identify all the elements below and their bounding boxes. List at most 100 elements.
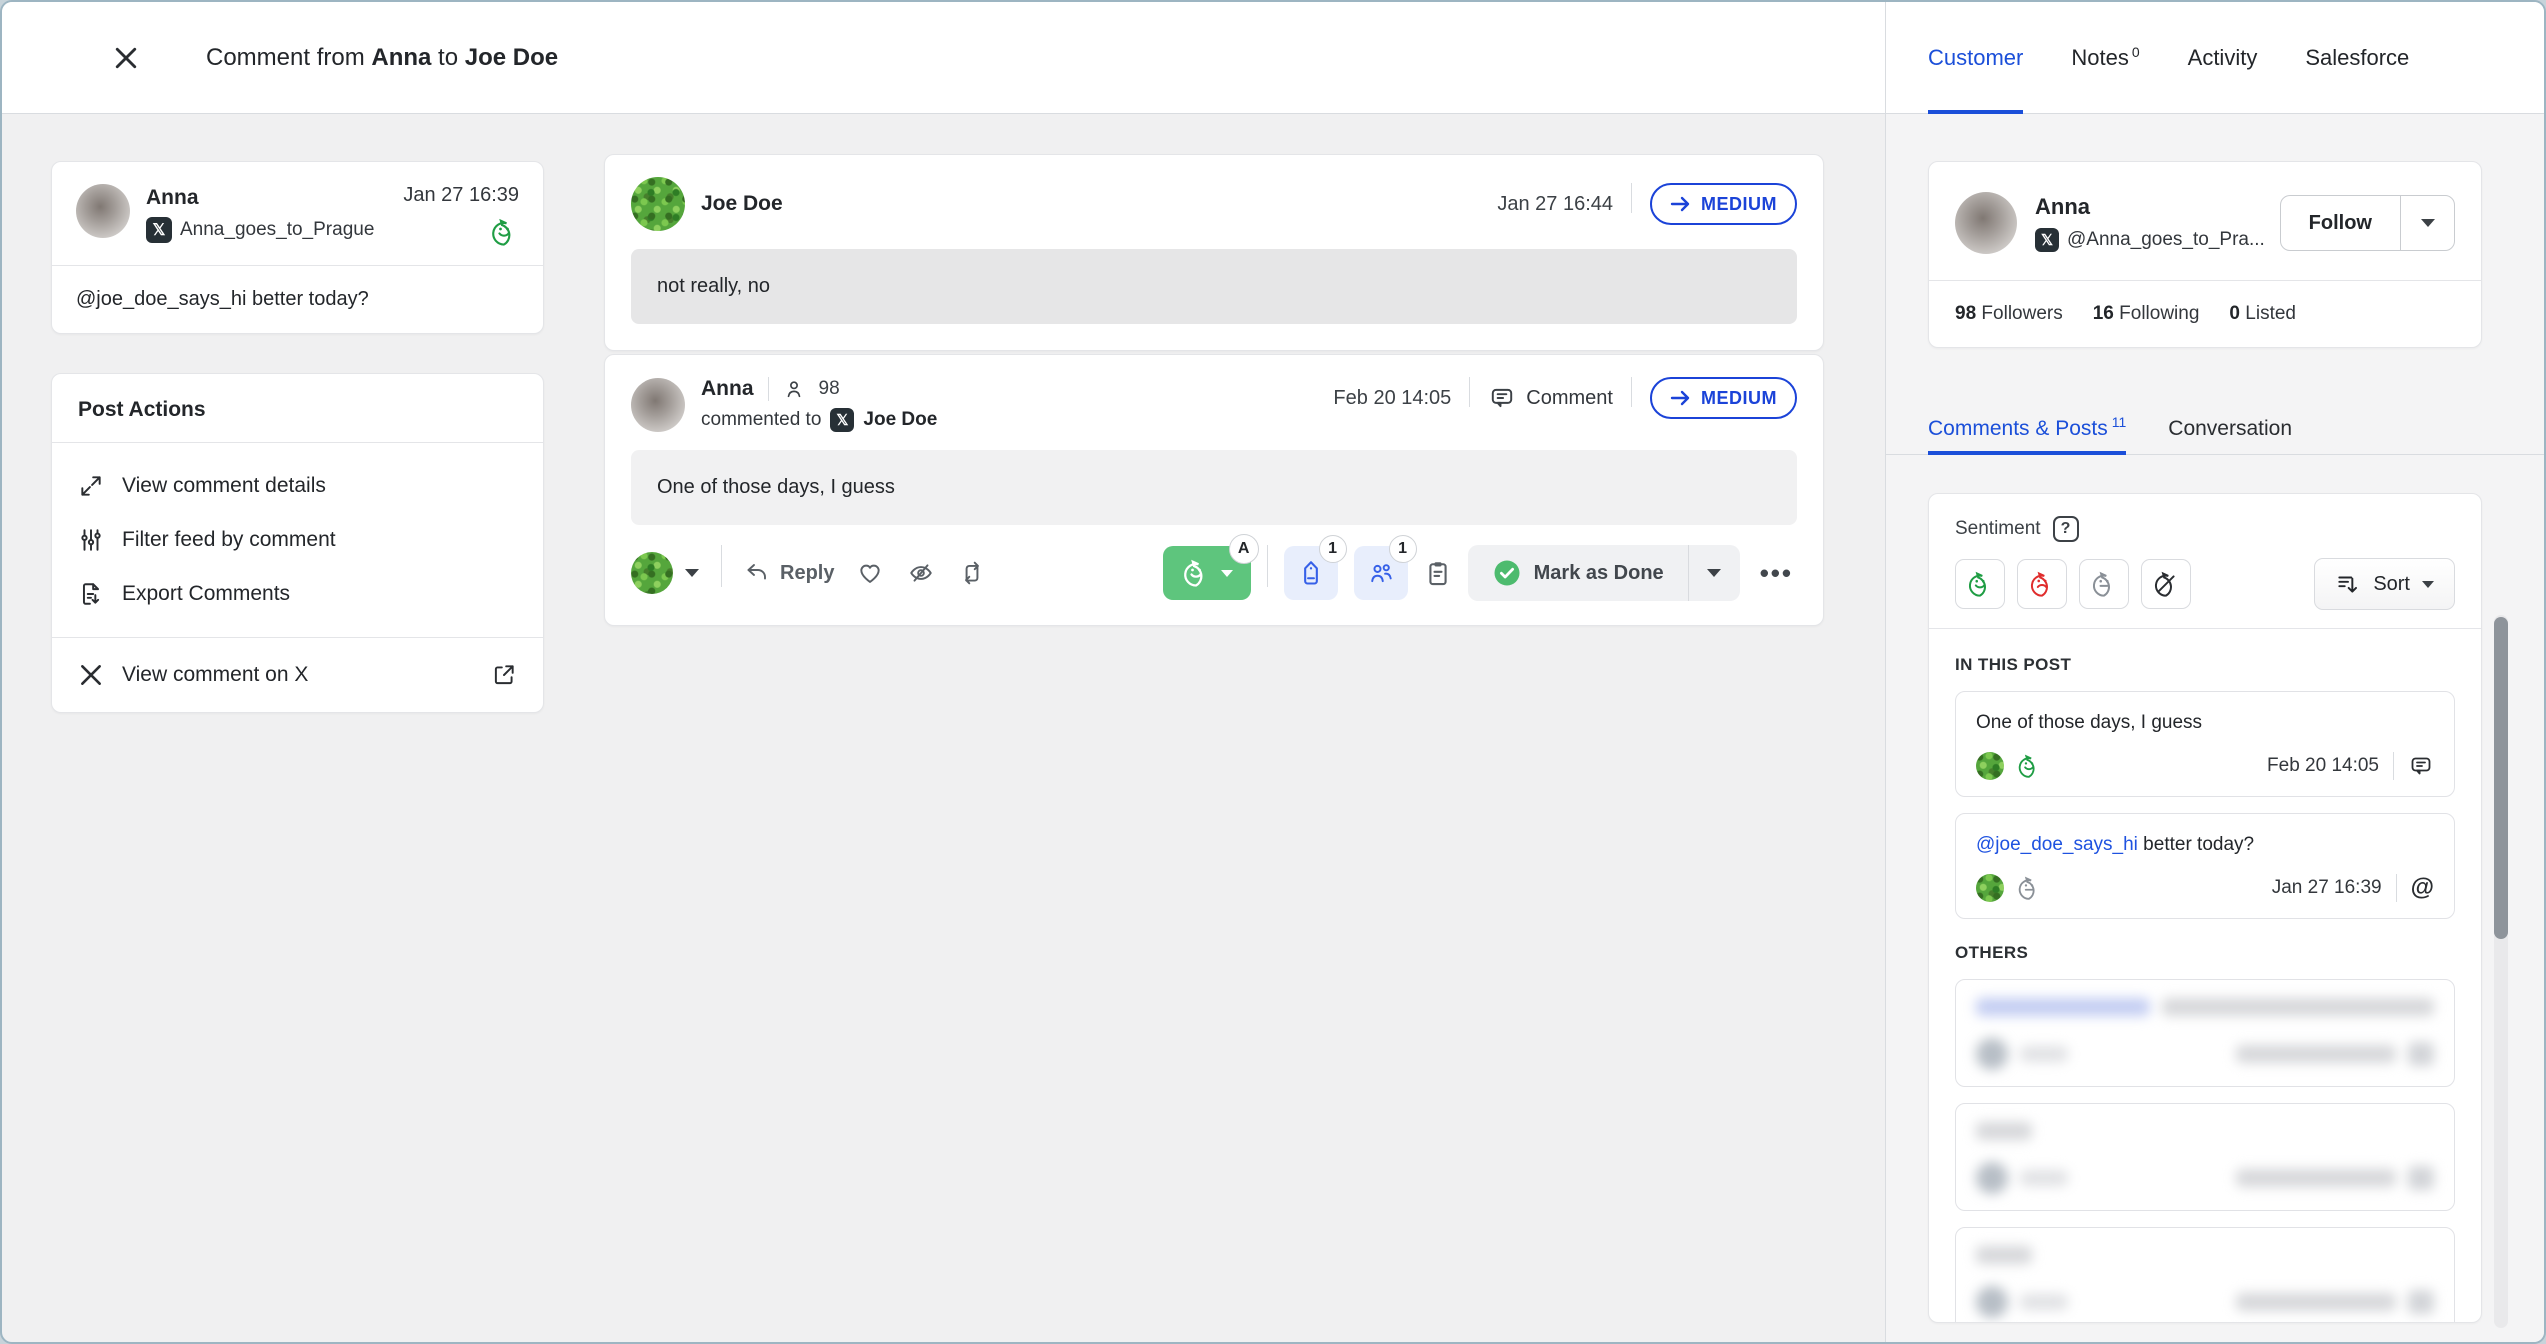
filter-feed-item[interactable]: Filter feed by comment — [52, 513, 543, 567]
divider — [1631, 183, 1632, 213]
follow-dropdown[interactable] — [2400, 196, 2454, 250]
panel-scrollbar-thumb[interactable] — [2494, 617, 2508, 939]
no-sentiment-icon — [2152, 570, 2180, 598]
profile-name: Anna — [2035, 194, 2262, 220]
reply-button[interactable]: Reply — [744, 561, 834, 585]
divider — [1469, 377, 1470, 407]
mark-as-done-button[interactable]: Mark as Done — [1468, 545, 1740, 601]
repost-button[interactable] — [958, 560, 986, 586]
message-text: One of those days, I guess — [631, 450, 1797, 525]
filter-negative-button[interactable] — [2017, 559, 2067, 609]
selected-comment-card: Anna 𝕏 Anna_goes_to_Prague Jan 27 16:39 … — [51, 161, 544, 334]
tab-comments-posts[interactable]: Comments & Posts11 — [1928, 403, 2126, 454]
author-name: Joe Doe — [701, 192, 783, 216]
x-logo-icon — [78, 662, 104, 688]
profile-card: Anna 𝕏 @Anna_goes_to_Pra... Follow 98 Fo… — [1928, 161, 2482, 348]
panel-tabs: Customer Notes0 Activity Salesforce — [1886, 2, 2544, 114]
feed-item-text: @joe_doe_says_hi better today? — [1976, 832, 2434, 858]
tab-conversation[interactable]: Conversation — [2168, 403, 2292, 454]
divider — [768, 377, 769, 401]
export-file-icon — [78, 581, 104, 607]
negative-sentiment-icon — [2028, 570, 2056, 598]
timestamp-blurred — [2236, 1169, 2396, 1187]
panel-scrollbar-track[interactable] — [2494, 615, 2508, 1328]
profile-avatar — [1955, 192, 2017, 254]
filter-no-sentiment-button[interactable] — [2141, 559, 2191, 609]
tab-notes[interactable]: Notes0 — [2071, 2, 2139, 113]
feed-item[interactable]: One of those days, I guess Feb 20 14:05 — [1955, 691, 2455, 797]
page-title: Comment from Anna to Joe Doe — [206, 44, 558, 72]
filter-positive-button[interactable] — [1955, 559, 2005, 609]
customer-panel: Customer Notes0 Activity Salesforce Anna… — [1885, 2, 2544, 1342]
comments-feed-card: Sentiment ? — [1928, 493, 2482, 1323]
timestamp-blurred — [2236, 1045, 2396, 1063]
chevron-down-icon — [2422, 581, 2434, 588]
help-icon[interactable]: ? — [2053, 516, 2079, 542]
assign-count-badge: 1 — [1389, 535, 1417, 563]
comment-icon — [1488, 385, 1516, 411]
follow-button[interactable]: Follow — [2281, 196, 2400, 250]
tab-customer[interactable]: Customer — [1928, 2, 2023, 113]
chevron-down-icon — [2421, 219, 2435, 227]
view-on-x-item[interactable]: View comment on X — [52, 637, 543, 712]
icon-blurred — [2408, 1290, 2434, 1314]
feed-item[interactable]: @joe_doe_says_hi better today? Jan 27 16… — [1955, 813, 2455, 919]
reply-as-account-selector[interactable] — [631, 552, 699, 594]
check-circle-icon — [1492, 558, 1522, 588]
avatar — [1976, 752, 2004, 780]
parent-message-card: Joe Doe Jan 27 16:44 MEDIUM not really, … — [604, 154, 1824, 351]
positive-sentiment-icon — [1966, 570, 1994, 598]
timestamp: Feb 20 14:05 — [2267, 755, 2379, 777]
export-comments-item[interactable]: Export Comments — [52, 567, 543, 621]
tag-button[interactable]: 1 — [1284, 546, 1338, 600]
filter-neutral-button[interactable] — [2079, 559, 2129, 609]
profile-sub-tabs: Comments & Posts11 Conversation — [1886, 403, 2544, 455]
feed-item-text: One of those days, I guess — [1976, 710, 2434, 736]
sentiment-selector-button[interactable]: A — [1163, 546, 1251, 600]
hide-button[interactable] — [906, 560, 936, 586]
avatar — [631, 177, 685, 231]
neutral-sentiment-icon — [2016, 875, 2042, 901]
reply-action-bar: Reply — [631, 545, 1797, 601]
auto-sentiment-badge: A — [1229, 534, 1259, 564]
feed-item-blurred[interactable] — [1955, 1103, 2455, 1211]
priority-badge[interactable]: MEDIUM — [1650, 183, 1797, 225]
filter-sliders-icon — [78, 527, 104, 553]
post-actions-title: Post Actions — [52, 374, 543, 442]
heart-icon — [856, 560, 884, 586]
author-name: Anna — [701, 377, 754, 401]
avatar — [76, 184, 130, 238]
tab-activity[interactable]: Activity — [2188, 2, 2258, 113]
feed-item-blurred[interactable] — [1955, 979, 2455, 1087]
account-avatar — [631, 552, 673, 594]
comment-icon — [2408, 754, 2434, 778]
positive-sentiment-icon — [2016, 753, 2042, 779]
reply-arrow-icon — [744, 561, 770, 585]
message-text: not really, no — [631, 249, 1797, 324]
divider — [1267, 545, 1268, 587]
repost-icon — [958, 560, 986, 586]
x-network-icon: 𝕏 — [830, 408, 854, 432]
timestamp: Feb 20 14:05 — [1333, 387, 1451, 410]
followers-icon — [783, 378, 805, 400]
close-button[interactable] — [106, 38, 146, 78]
tasks-button[interactable] — [1424, 558, 1452, 588]
feed-item-blurred[interactable] — [1955, 1227, 2455, 1323]
divider — [2396, 874, 2397, 902]
priority-badge[interactable]: MEDIUM — [1650, 377, 1797, 419]
listed-stat: 0 Listed — [2229, 303, 2296, 325]
sort-button[interactable]: Sort — [2314, 558, 2455, 610]
followers-stat: 98 Followers — [1955, 303, 2063, 325]
others-label: OTHERS — [1955, 943, 2455, 963]
assign-button[interactable]: 1 — [1354, 546, 1408, 600]
mark-as-done-dropdown[interactable] — [1688, 545, 1740, 601]
more-options-button[interactable]: ••• — [1756, 558, 1797, 589]
mention-link[interactable]: @joe_doe_says_hi — [1976, 834, 2138, 855]
view-comment-details-item[interactable]: View comment details — [52, 459, 543, 513]
timestamp: Jan 27 16:44 — [1497, 193, 1613, 216]
divider — [721, 545, 722, 587]
like-button[interactable] — [856, 560, 884, 586]
smiley-bubble-icon — [1181, 558, 1211, 588]
tab-salesforce[interactable]: Salesforce — [2305, 2, 2409, 113]
eye-slash-icon — [906, 560, 936, 586]
